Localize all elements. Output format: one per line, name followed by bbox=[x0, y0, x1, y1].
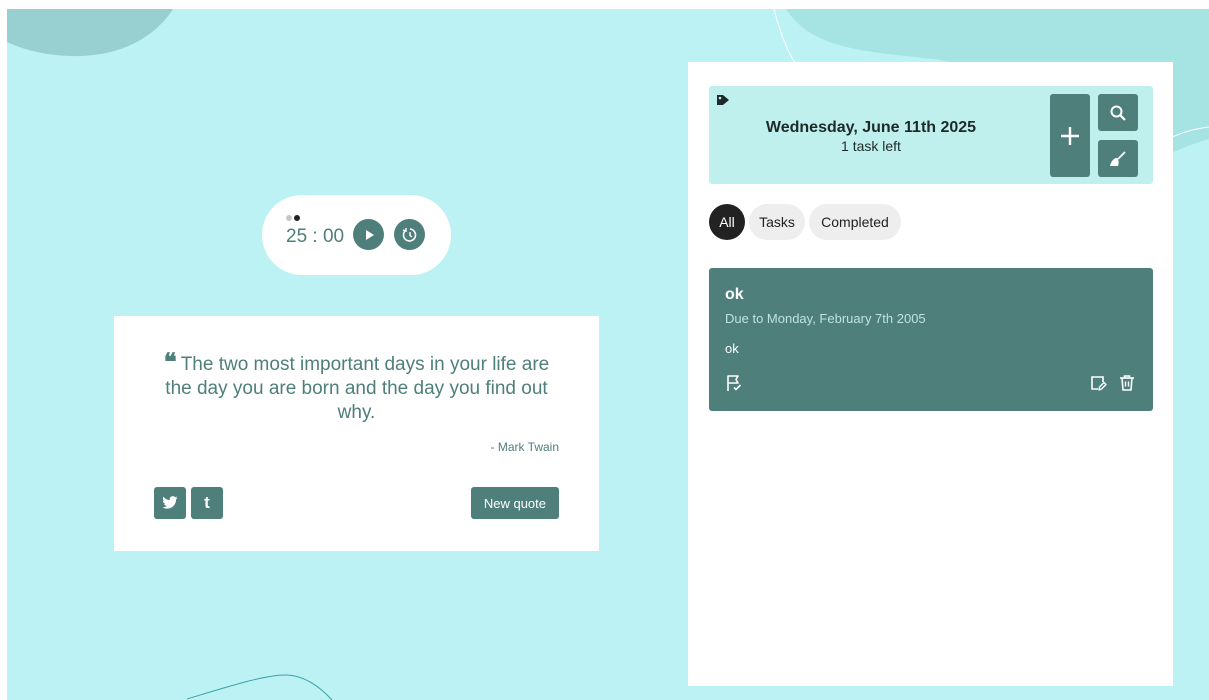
quote-card: ❝ The two most important days in your lif… bbox=[114, 316, 599, 551]
twitter-share-button[interactable] bbox=[154, 487, 186, 519]
line-bottom-left bbox=[187, 674, 333, 700]
timer-display: 25 : 00 bbox=[286, 226, 345, 247]
edit-icon[interactable] bbox=[1089, 374, 1107, 392]
twitter-icon bbox=[162, 496, 178, 509]
task-title: ok bbox=[725, 286, 744, 303]
quote-body: The two most important days in your life… bbox=[165, 354, 550, 423]
filter-tasks[interactable]: Tasks bbox=[749, 204, 805, 240]
blob-top-left bbox=[7, 9, 173, 57]
trash-icon[interactable] bbox=[1118, 374, 1136, 392]
todo-panel: Wednesday, June 11th 2025 1 task left Al… bbox=[688, 62, 1173, 686]
clear-completed-button[interactable] bbox=[1098, 140, 1138, 177]
todo-header: Wednesday, June 11th 2025 1 task left bbox=[709, 86, 1153, 184]
search-button[interactable] bbox=[1098, 94, 1138, 131]
filter-completed[interactable]: Completed bbox=[809, 204, 901, 240]
pomodoro-widget: 25 : 00 bbox=[262, 195, 451, 275]
plus-icon bbox=[1061, 126, 1079, 145]
session-dot-inactive bbox=[286, 215, 292, 221]
tag-icon bbox=[717, 95, 729, 105]
broom-icon bbox=[1110, 150, 1126, 166]
quote-text: ❝ The two most important days in your lif… bbox=[154, 350, 559, 425]
task-description: ok bbox=[725, 341, 739, 356]
task-due-date: Due to Monday, February 7th 2005 bbox=[725, 311, 926, 326]
tumblr-share-button[interactable]: t bbox=[191, 487, 223, 519]
add-task-button[interactable] bbox=[1050, 94, 1090, 177]
flag-check-icon[interactable] bbox=[725, 374, 743, 392]
quote-author: - Mark Twain bbox=[490, 440, 559, 454]
timer-reset-icon bbox=[402, 227, 416, 242]
reset-timer-button[interactable] bbox=[394, 219, 425, 250]
filter-all[interactable]: All bbox=[709, 204, 745, 240]
tasks-left-count: 1 task left bbox=[841, 138, 901, 154]
play-button[interactable] bbox=[353, 219, 384, 250]
current-date: Wednesday, June 11th 2025 bbox=[765, 119, 977, 136]
session-dots bbox=[286, 208, 302, 226]
play-icon bbox=[365, 229, 374, 240]
search-icon bbox=[1110, 105, 1126, 121]
quote-mark-icon: ❝ bbox=[163, 347, 177, 376]
tumblr-icon: t bbox=[204, 493, 210, 512]
task-card: ok Due to Monday, February 7th 2005 ok bbox=[709, 268, 1153, 411]
session-dot-active bbox=[294, 215, 300, 221]
app-background: 25 : 00 ❝ The two most important days in … bbox=[7, 9, 1209, 700]
new-quote-button[interactable]: New quote bbox=[470, 487, 559, 519]
